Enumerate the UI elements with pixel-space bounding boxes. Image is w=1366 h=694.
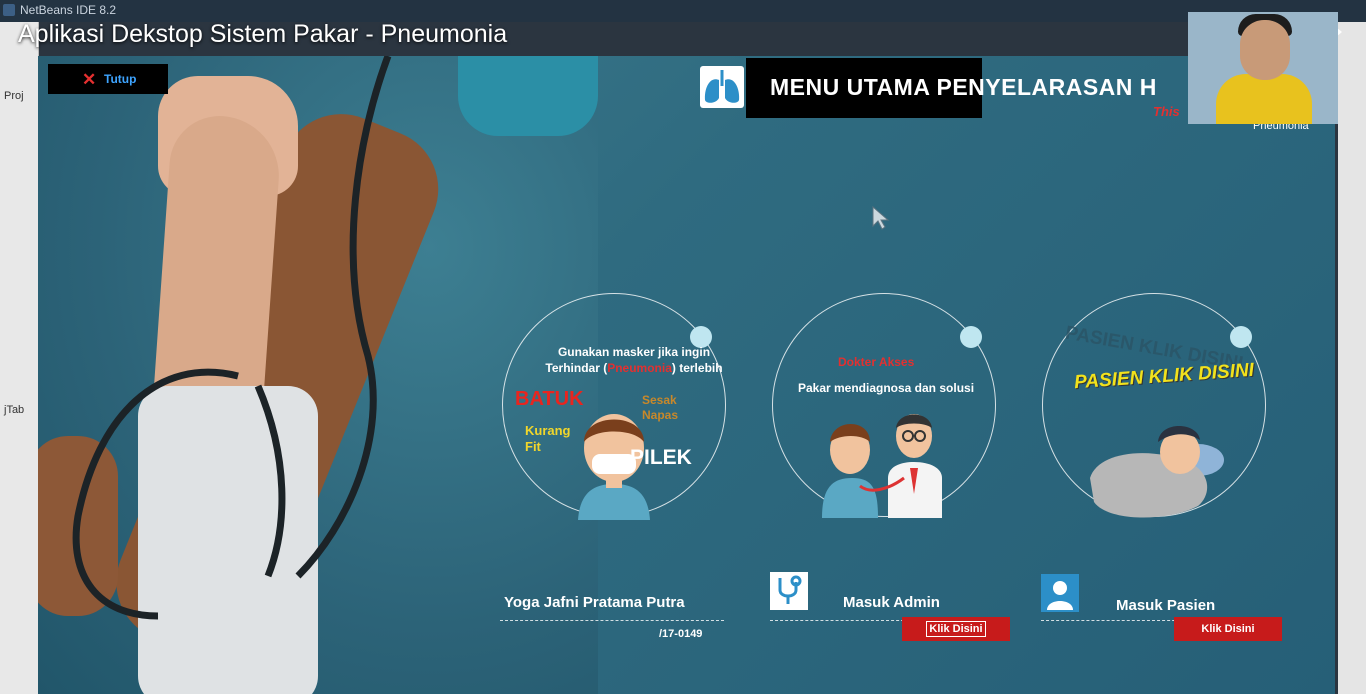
- menu-subtitle: This: [1153, 104, 1180, 119]
- close-button[interactable]: ✕ Tutup: [48, 64, 168, 94]
- mask-advice: Gunakan masker jika ingin Terhindar (Pne…: [545, 345, 723, 375]
- video-title: Aplikasi Dekstop Sistem Pakar - Pneumoni…: [18, 20, 508, 48]
- menu-title: MENU UTAMA PENYELARASAN H: [770, 74, 1157, 100]
- mouse-cursor-icon: [872, 205, 890, 235]
- jtab-tab[interactable]: jTab: [4, 404, 24, 416]
- close-icon: ✕: [82, 70, 97, 89]
- ide-title-bar: NetBeans IDE 8.2: [0, 0, 1366, 22]
- close-button-label: Tutup: [104, 72, 137, 86]
- circle-dot: [1230, 326, 1252, 348]
- netbeans-icon: [3, 4, 15, 16]
- symptom-kurang-fit: Kurang Fit: [525, 423, 571, 454]
- user-icon: [1041, 574, 1079, 612]
- lungs-icon: [700, 66, 744, 108]
- patient-login-button[interactable]: Klik Disini: [1174, 617, 1282, 641]
- divider: [500, 620, 724, 621]
- pakar-caption: Pakar mendiagnosa dan solusi: [797, 381, 975, 395]
- dokter-akses-label: Dokter Akses: [838, 355, 915, 369]
- author-name: Yoga Jafni Pratama Putra: [504, 594, 685, 611]
- ide-left-panel: Proj jTab: [0, 22, 39, 694]
- sick-patient-illustration: [1088, 402, 1228, 527]
- projects-tab[interactable]: Proj: [4, 90, 24, 102]
- ide-title: NetBeans IDE 8.2: [20, 3, 117, 17]
- stethoscope-icon: [770, 572, 808, 610]
- author-nim: /17-0149: [659, 628, 703, 640]
- symptom-pilek: PILEK: [630, 446, 692, 469]
- ide-right-panel: [1338, 22, 1366, 694]
- patient-label: Masuk Pasien: [1116, 597, 1216, 614]
- webcam-overlay: [1188, 12, 1338, 124]
- doctor-illustration: [818, 398, 948, 523]
- admin-label: Masuk Admin: [843, 594, 940, 611]
- admin-login-button[interactable]: Klik Disini: [902, 617, 1010, 641]
- circle-dot: [960, 326, 982, 348]
- app-window: ✕ Tutup MENU UTAMA PENYELARASAN H This P…: [38, 56, 1335, 694]
